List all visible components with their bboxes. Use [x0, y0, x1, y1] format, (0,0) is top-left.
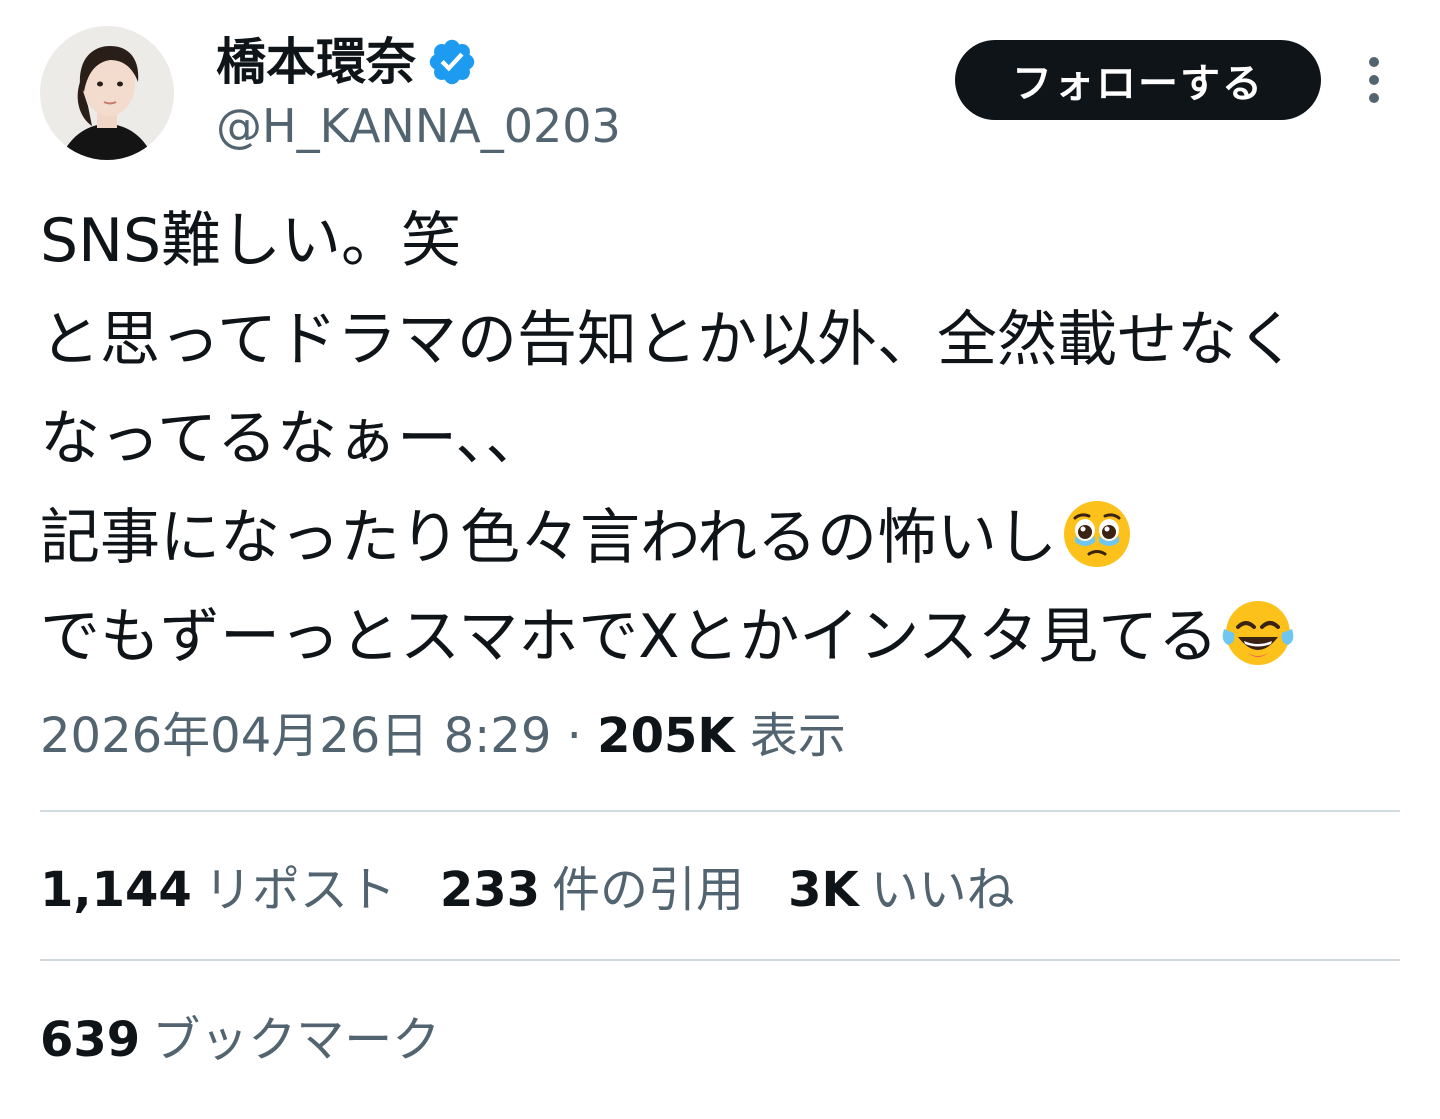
follow-button[interactable]: フォローする: [955, 40, 1321, 120]
bookmarks-stat[interactable]: 639 ブックマーク: [40, 1008, 440, 1072]
tweet-line-2: と思ってドラマの告知とか以外、全然載せなく: [40, 291, 1400, 390]
engagement-stats: 1,144 リポスト 233 件の引用 3K いいね: [40, 858, 1059, 922]
tweet-line-1: SNS難しい。笑: [40, 192, 1400, 291]
views-count: 205K: [597, 708, 735, 764]
divider: [40, 810, 1400, 812]
likes-count: 3K: [788, 862, 859, 918]
reposts-label: リポスト: [203, 862, 396, 918]
quotes-stat[interactable]: 233 件の引用: [440, 858, 744, 922]
tweet-line-3-text: なってるなぁー､､: [40, 404, 517, 474]
author-handle[interactable]: @H_KANNA_0203: [216, 98, 621, 154]
tweet-line-1-text: SNS難しい。笑: [40, 206, 462, 276]
author-display-name-row[interactable]: 橋本環奈: [216, 32, 478, 92]
tweet-meta: 2026年04月26日 8:29 · 205K 表示: [40, 704, 846, 768]
avatar[interactable]: [40, 26, 174, 160]
tweet-timestamp[interactable]: 2026年04月26日 8:29: [40, 708, 551, 764]
views-label: 表示: [749, 708, 846, 764]
author-display-name[interactable]: 橋本環奈: [216, 32, 416, 92]
likes-stat[interactable]: 3K いいね: [788, 858, 1015, 922]
divider: [40, 959, 1400, 961]
quotes-count: 233: [439, 862, 541, 918]
tweet-line-3: なってるなぁー､､: [40, 390, 1400, 489]
bookmarks-label: ブックマーク: [152, 1012, 441, 1068]
more-vertical-icon[interactable]: [1352, 52, 1396, 108]
tweet-line-2-text: と思ってドラマの告知とか以外、全然載せなく: [40, 305, 1297, 375]
likes-label: いいね: [870, 862, 1015, 918]
quotes-label: 件の引用: [552, 862, 745, 918]
tweet-line-4: 記事になったり色々言われるの怖いし: [40, 489, 1400, 588]
tweet-line-5: でもずーっとスマホでXとかインスタ見てる: [40, 588, 1400, 687]
pleading-face-tears-emoji: [1061, 498, 1133, 570]
verified-badge-icon[interactable]: [426, 36, 478, 88]
tears-of-joy-emoji: [1222, 597, 1294, 669]
reposts-count: 1,144: [40, 862, 192, 918]
reposts-stat[interactable]: 1,144 リポスト: [40, 858, 396, 922]
tweet-line-4-text: 記事になったり色々言われるの怖いし: [40, 503, 1057, 573]
tweet-text: SNS難しい。笑 と思ってドラマの告知とか以外、全然載せなく なってるなぁー､､…: [40, 192, 1400, 687]
bookmarks-count: 639: [40, 1012, 141, 1068]
tweet-line-5-text: でもずーっとスマホでXとかインスタ見てる: [40, 602, 1219, 672]
meta-separator: ·: [566, 708, 582, 764]
